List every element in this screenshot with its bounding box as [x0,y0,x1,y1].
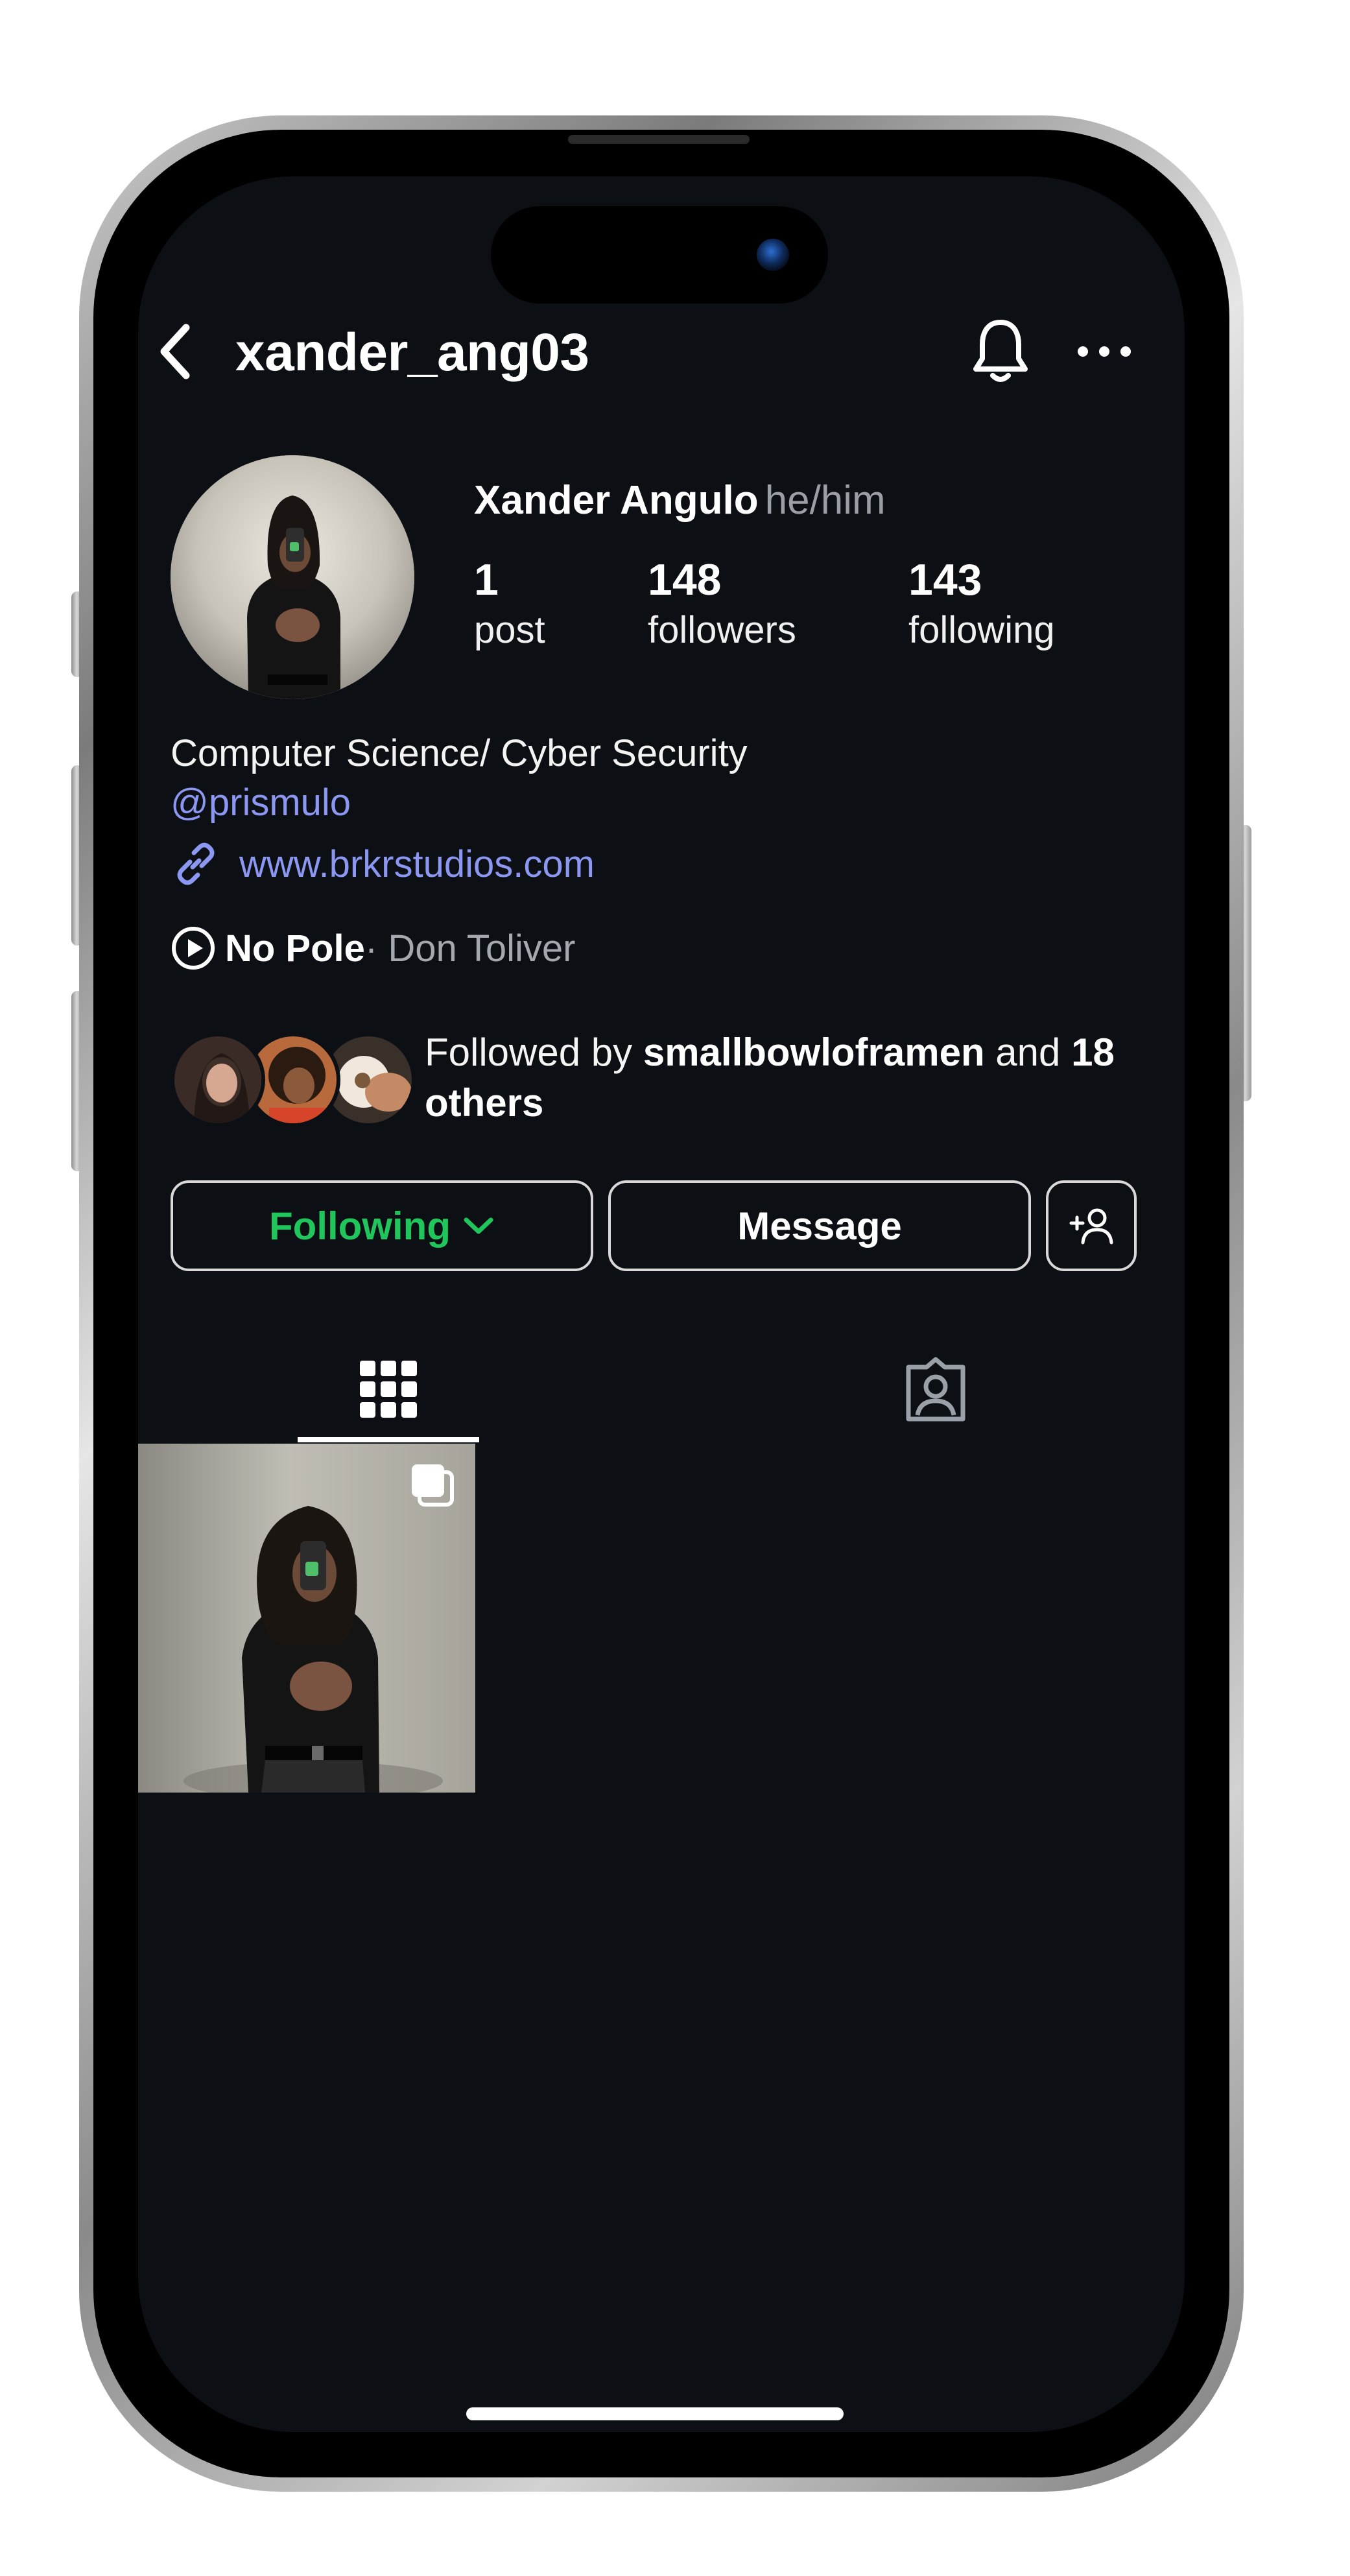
music-song-title: No Pole [225,927,365,970]
more-options-button[interactable] [1065,313,1143,390]
bio-mention-link[interactable]: @prismulo [171,778,351,828]
tab-tagged[interactable] [845,1331,1026,1448]
posts-count: 1 [474,555,499,604]
front-camera [757,239,789,271]
tab-posts-grid[interactable] [298,1331,479,1448]
following-count: 143 [908,555,982,604]
mutual-followers-avatars[interactable] [171,1032,417,1127]
followed-by-middle: and [984,1031,1072,1074]
speaker-grille [568,135,750,144]
followers-count: 148 [648,555,722,604]
profile-username: xander_ang03 [235,323,589,382]
dynamic-island [491,206,828,304]
stage: xander_ang03 Xander Angulo he/him 1 post… [0,0,1350,2576]
tagged-person-icon [906,1357,965,1422]
add-person-icon [1069,1208,1113,1245]
bell-icon [973,320,1028,382]
bio-text: Computer Science/ Cyber Security [171,732,748,774]
following-button[interactable]: Following [171,1180,593,1271]
chevron-left-icon [160,324,190,379]
mutual-username: smallbowloframen [643,1031,985,1074]
following-label: following [908,609,1055,651]
message-button[interactable]: Message [608,1180,1031,1271]
pronouns: he/him [764,478,886,523]
carousel-icon [412,1464,454,1507]
profile-avatar[interactable] [171,455,414,699]
avatar-photo [171,455,414,699]
chevron-down-icon [464,1217,493,1234]
grid-icon [360,1361,417,1418]
suggested-users-button[interactable] [1046,1180,1137,1271]
post-thumbnail[interactable] [138,1444,475,1793]
profile-music[interactable]: No Pole · Don Toliver [171,916,575,981]
mutual-avatar [171,1032,265,1127]
posts-stat[interactable]: 1 post [474,554,545,655]
followers-stat[interactable]: 148 followers [648,554,796,655]
play-circle-icon [172,927,215,970]
notifications-button[interactable] [962,313,1039,390]
following-button-label: Following [269,1204,451,1248]
screen: xander_ang03 Xander Angulo he/him 1 post… [138,176,1185,2432]
followed-by-text[interactable]: Followed by smallbowloframen and 18 othe… [425,1027,1157,1128]
back-button[interactable] [150,313,202,390]
display-name: Xander Angulo [474,478,759,523]
following-stat[interactable]: 143 following [908,554,1055,655]
followed-by-prefix: Followed by [425,1031,643,1074]
more-horizontal-icon [1078,346,1131,357]
followers-label: followers [648,609,796,651]
music-artist: · Don Toliver [364,927,576,970]
active-tab-indicator [298,1437,479,1442]
display-name-line: Xander Angulo he/him [474,475,886,527]
website-link[interactable]: www.brkrstudios.com [171,831,595,896]
home-indicator[interactable] [466,2407,844,2420]
posts-label: post [474,609,545,651]
website-link-text: www.brkrstudios.com [239,842,595,885]
message-button-label: Message [737,1204,902,1248]
link-icon [177,842,215,885]
